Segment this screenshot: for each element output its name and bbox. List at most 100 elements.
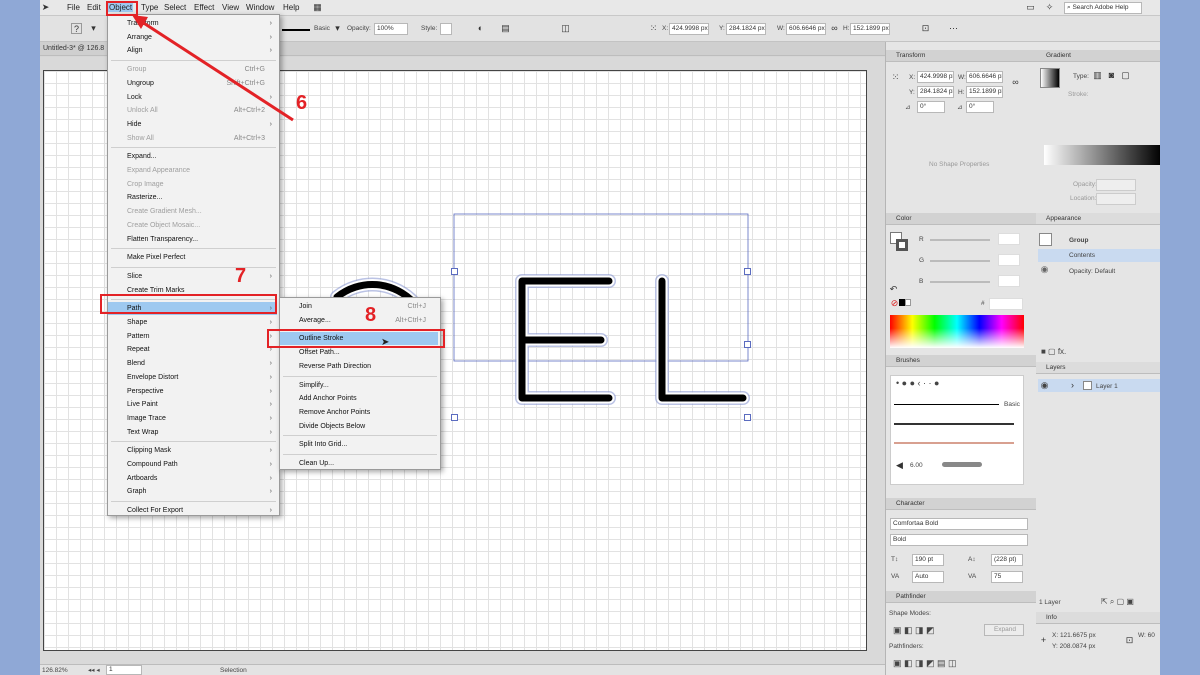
menu-item-clean-up[interactable]: Clean Up... bbox=[280, 457, 438, 470]
expand-button[interactable]: Expand bbox=[984, 624, 1024, 636]
brush-basic-line[interactable] bbox=[894, 404, 999, 405]
menu-item-repeat[interactable]: Repeat › bbox=[108, 343, 277, 356]
options-icon[interactable]: ⋯ bbox=[948, 23, 959, 34]
appearance-contents-row[interactable] bbox=[1038, 249, 1160, 262]
character-panel-header[interactable]: Character bbox=[886, 498, 1036, 510]
layers-footer-icons[interactable]: ⇱ ⌕ ▢ ▣ bbox=[1101, 597, 1134, 607]
tracking-field[interactable]: 75 bbox=[991, 571, 1023, 583]
info-panel-header[interactable]: Info bbox=[1036, 612, 1160, 624]
menu-item-simplify[interactable]: Simplify... bbox=[280, 379, 438, 392]
menu-item-collect-for-export[interactable]: Collect For Export › bbox=[108, 504, 277, 517]
color-b-field[interactable] bbox=[998, 275, 1020, 287]
selection-handle-bl[interactable] bbox=[451, 414, 458, 421]
menu-item-image-trace[interactable]: Image Trace › bbox=[108, 412, 277, 425]
brushes-panel-header[interactable]: Brushes bbox=[886, 355, 1036, 367]
menu-item-pattern[interactable]: Pattern › bbox=[108, 330, 277, 343]
stroke-swatch[interactable] bbox=[896, 239, 908, 251]
menu-item-offset-path[interactable]: Offset Path... bbox=[280, 346, 438, 359]
menu-item-graph[interactable]: Graph › bbox=[108, 485, 277, 498]
rotate-angle-field[interactable]: 0° bbox=[917, 101, 945, 113]
layers-panel-header[interactable]: Layers bbox=[1036, 362, 1160, 374]
layer-name[interactable]: Layer 1 bbox=[1096, 383, 1118, 390]
menu-item-rasterize[interactable]: Rasterize... bbox=[108, 191, 277, 204]
color-g-slider[interactable] bbox=[930, 260, 990, 262]
menu-item-shape[interactable]: Shape › bbox=[108, 316, 277, 329]
menu-item-slice[interactable]: Slice › bbox=[108, 270, 277, 283]
radial-gradient-icon[interactable]: ◙ bbox=[1106, 70, 1117, 81]
artboard-number-field[interactable]: 1 bbox=[106, 665, 142, 675]
transform-panel-header[interactable]: Transform bbox=[886, 50, 1036, 62]
menu-item-divide-objects-below[interactable]: Divide Objects Below bbox=[280, 420, 438, 433]
font-size-field[interactable]: 190 pt bbox=[912, 554, 944, 566]
menu-item-make-pixel-perfect[interactable]: Make Pixel Perfect bbox=[108, 251, 277, 264]
gradient-ramp[interactable] bbox=[1044, 145, 1160, 165]
menu-item-compound-path[interactable]: Compound Path › bbox=[108, 458, 277, 471]
freeform-gradient-icon[interactable]: ▢ bbox=[1120, 70, 1131, 81]
gradient-panel-header[interactable]: Gradient bbox=[1036, 50, 1160, 62]
selection-handle-tl[interactable] bbox=[451, 268, 458, 275]
gradient-swatch[interactable] bbox=[1040, 68, 1060, 88]
y-field[interactable]: 284.1824 px bbox=[726, 23, 766, 35]
lightbulb-icon[interactable]: ✧ bbox=[1044, 2, 1055, 13]
transform-icon[interactable]: ◫ bbox=[560, 23, 571, 34]
layer-eye-icon[interactable]: ◉ bbox=[1039, 380, 1050, 391]
opacity-field[interactable]: 100% bbox=[374, 23, 408, 35]
h-field[interactable]: 152.1899 px bbox=[850, 23, 890, 35]
current-tool-label[interactable]: Selection bbox=[220, 667, 247, 674]
color-spectrum[interactable] bbox=[890, 315, 1024, 348]
appearance-opacity-label[interactable]: Opacity: Default bbox=[1069, 268, 1115, 275]
shear-angle-field[interactable]: 0° bbox=[966, 101, 994, 113]
white-swatch[interactable] bbox=[905, 299, 911, 306]
artboard-nav-arrows[interactable]: ◂◂ ◂ bbox=[88, 666, 100, 674]
layer-expand-chevron-icon[interactable]: › bbox=[1067, 380, 1078, 391]
gradient-opacity-field[interactable] bbox=[1096, 179, 1136, 191]
menu-item-clipping-mask[interactable]: Clipping Mask › bbox=[108, 444, 277, 457]
menu-item-envelope-distort[interactable]: Envelope Distort › bbox=[108, 371, 277, 384]
pathfinder-icons[interactable]: ▣ ◧ ◨ ◩ ▤ ◫ bbox=[893, 658, 957, 669]
menu-item-remove-anchor-points[interactable]: Remove Anchor Points bbox=[280, 406, 438, 419]
menu-item-join[interactable]: Join Ctrl+J bbox=[280, 300, 438, 313]
menu-item-perspective[interactable]: Perspective › bbox=[108, 385, 277, 398]
transform-y-field[interactable]: 284.1824 px bbox=[917, 86, 954, 98]
gradient-location-field[interactable] bbox=[1096, 193, 1136, 205]
w-field[interactable]: 606.6646 px bbox=[786, 23, 826, 35]
transform-h-field[interactable]: 152.1899 px bbox=[966, 86, 1003, 98]
selection-handle-br[interactable] bbox=[744, 414, 751, 421]
selection-handle-r[interactable] bbox=[744, 341, 751, 348]
font-family-field[interactable]: Comfortaa Bold bbox=[890, 518, 1028, 530]
kerning-field[interactable]: Auto bbox=[912, 571, 944, 583]
color-panel-header[interactable]: Color bbox=[886, 213, 1036, 225]
leading-field[interactable]: (228 pt) bbox=[991, 554, 1023, 566]
constrain-link-icon[interactable]: ∞ bbox=[1010, 77, 1021, 88]
brush-wavy-stroke[interactable] bbox=[942, 462, 982, 467]
brush-dots[interactable]: • ● ● ‹ · · ● bbox=[896, 378, 939, 388]
shape-mode-icons[interactable]: ▣ ◧ ◨ ◩ bbox=[893, 625, 935, 636]
arrange-documents-icon[interactable]: ▭ bbox=[1025, 2, 1036, 13]
brush-art-pink[interactable] bbox=[894, 442, 1014, 444]
link-icon[interactable]: ∞ bbox=[829, 23, 840, 34]
menu-item-reverse-path-direction[interactable]: Reverse Path Direction bbox=[280, 360, 438, 373]
search-adobe-help-field[interactable]: ⌕ Search Adobe Help bbox=[1064, 2, 1142, 14]
menu-item-text-wrap[interactable]: Text Wrap › bbox=[108, 426, 277, 439]
transform-w-field[interactable]: 606.6646 px bbox=[966, 71, 1003, 83]
zoom-level[interactable]: 126.82% bbox=[42, 667, 68, 674]
appearance-footer-icons[interactable]: ■ ▢ fx. bbox=[1041, 347, 1066, 356]
font-style-field[interactable]: Bold bbox=[890, 534, 1028, 546]
pathfinder-panel-header[interactable]: Pathfinder bbox=[886, 591, 1036, 603]
brush-volume-icon[interactable]: ◀ bbox=[894, 460, 905, 471]
menu-item-expand[interactable]: Expand... bbox=[108, 150, 277, 163]
style-swatch[interactable] bbox=[440, 23, 452, 35]
menu-item-blend[interactable]: Blend › bbox=[108, 357, 277, 370]
visibility-eye-icon[interactable]: ◉ bbox=[1039, 264, 1050, 275]
menu-item-artboards[interactable]: Artboards › bbox=[108, 472, 277, 485]
transform-x-field[interactable]: 424.9998 px bbox=[917, 71, 954, 83]
menu-item-flatten-transparency[interactable]: Flatten Transparency... bbox=[108, 233, 277, 246]
appearance-panel-header[interactable]: Appearance bbox=[1036, 213, 1160, 225]
recolor-icon[interactable]: ◐ bbox=[475, 23, 486, 34]
isolate-icon[interactable]: ⊡ bbox=[920, 23, 931, 34]
menu-item-average[interactable]: Average... Alt+Ctrl+J bbox=[280, 314, 438, 327]
x-field[interactable]: 424.9998 px bbox=[669, 23, 709, 35]
menu-item-add-anchor-points[interactable]: Add Anchor Points bbox=[280, 392, 438, 405]
out-of-gamut-icon[interactable]: ↶ bbox=[888, 284, 899, 295]
selection-handle-tr[interactable] bbox=[744, 268, 751, 275]
